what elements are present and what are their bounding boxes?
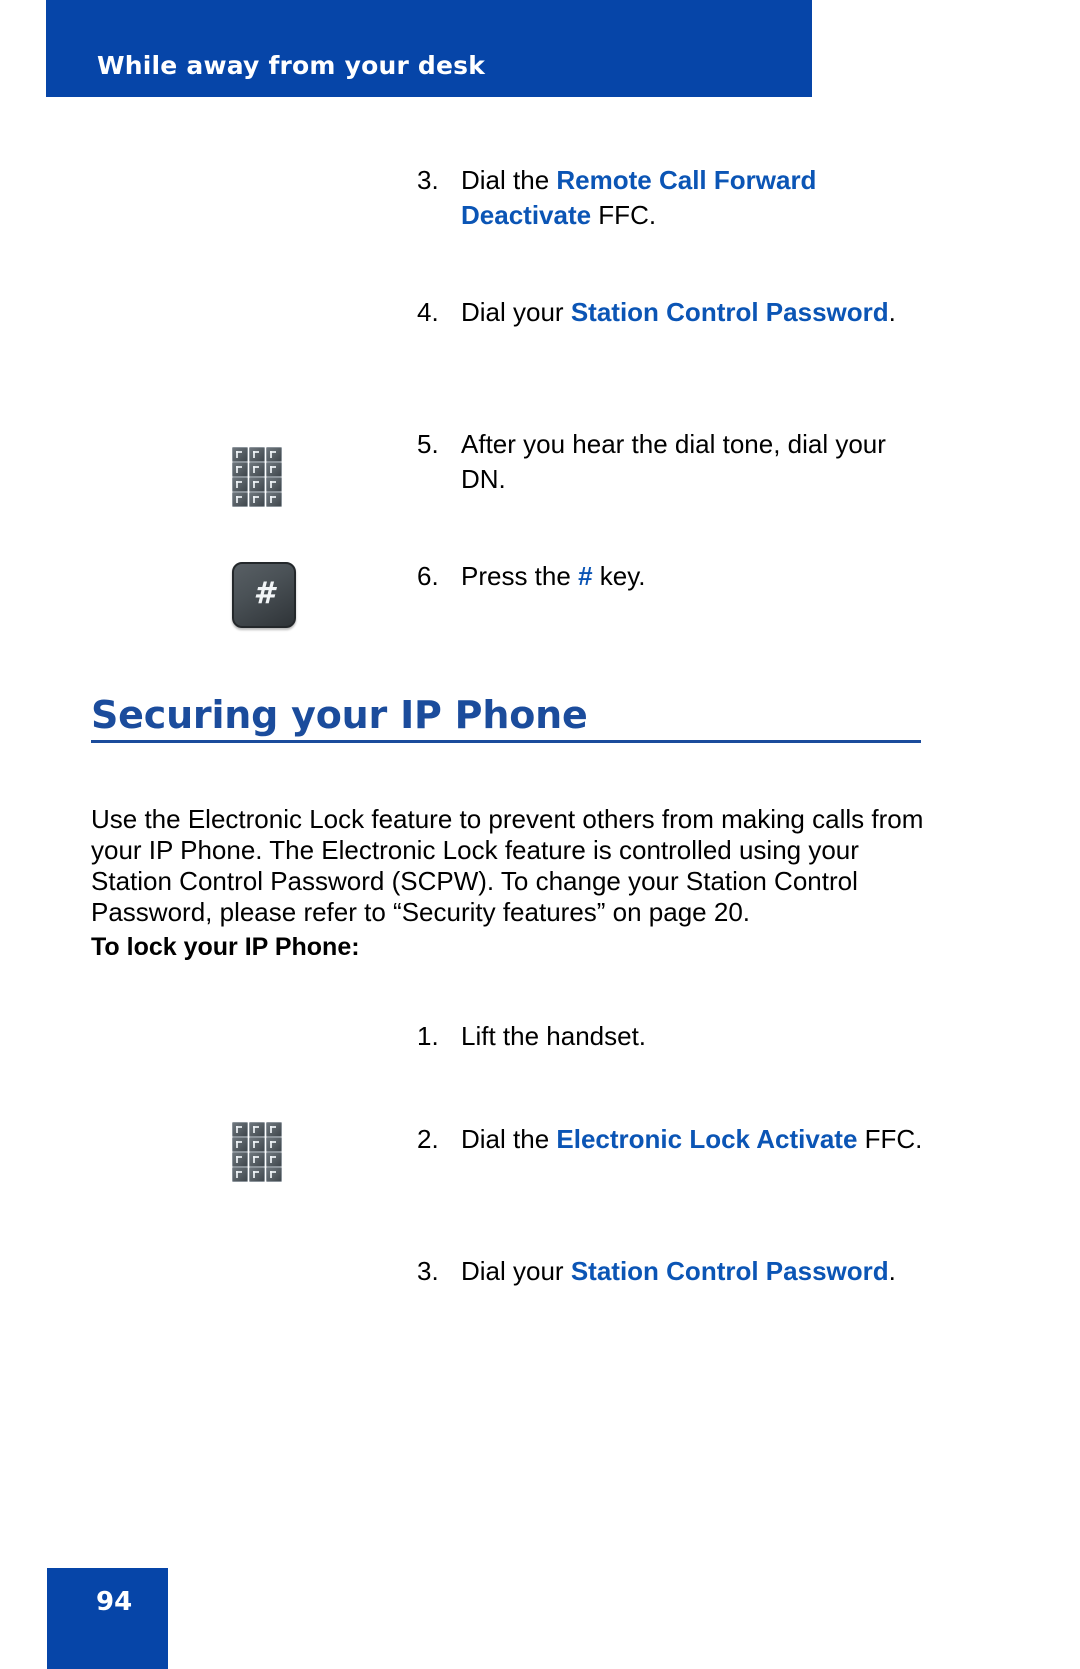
section-heading: Securing your IP Phone <box>91 693 921 737</box>
keypad-key <box>249 1137 265 1152</box>
step-plain-text: key. <box>592 561 646 591</box>
keypad-key <box>232 1167 248 1182</box>
keypad-key <box>249 1152 265 1167</box>
step-plain-text: After you hear the dial tone, dial your … <box>461 429 886 494</box>
keypad-key <box>266 447 282 462</box>
step-row: 4. Dial your Station Control Password. <box>0 295 1080 330</box>
keypad-key <box>249 1167 265 1182</box>
step-keyword: Station Control Password <box>570 297 889 327</box>
step-plain-text: FFC. <box>591 200 657 230</box>
keypad-key <box>232 1152 248 1167</box>
step-number: 6. <box>417 561 439 591</box>
step-plain-text: Press the <box>461 561 579 591</box>
step-number: 3. <box>417 165 439 195</box>
step-row: #6. Press the # key. <box>0 559 1080 628</box>
keypad-key <box>266 1152 282 1167</box>
step-number: 3. <box>417 1256 439 1286</box>
keypad-key <box>249 447 265 462</box>
step-text: Lift the handset. <box>461 1019 931 1054</box>
step-keyword: Electronic Lock Activate <box>556 1124 858 1154</box>
step-plain-text: Dial the <box>461 165 557 195</box>
step-keyword: Station Control Password <box>570 1256 889 1286</box>
keypad-key <box>249 492 265 507</box>
step-row: 3. Dial your Station Control Password. <box>0 1254 1080 1289</box>
section-body-paragraph: Use the Electronic Lock feature to preve… <box>91 804 924 927</box>
hash-key-icon: # <box>232 562 296 628</box>
keypad-key <box>232 477 248 492</box>
keypad-key <box>266 1137 282 1152</box>
keypad-key <box>266 477 282 492</box>
step-plain-text: Dial your <box>461 297 571 327</box>
step-plain-text: Lift the handset. <box>461 1021 647 1051</box>
keypad-key <box>232 492 248 507</box>
page-header-title: While away from your desk <box>97 51 486 80</box>
step-row: 3. Dial the Remote Call Forward Deactivat… <box>0 163 1080 233</box>
section-heading-rule <box>91 740 921 743</box>
step-text: Dial your Station Control Password. <box>461 295 931 330</box>
keypad-key <box>249 477 265 492</box>
page-header-banner: While away from your desk <box>46 0 812 97</box>
keypad-key <box>249 462 265 477</box>
step-number: 5. <box>417 429 439 459</box>
step-number: 4. <box>417 297 439 327</box>
keypad-icon <box>232 447 282 507</box>
step-number: 2. <box>417 1124 439 1154</box>
keypad-icon <box>232 1122 282 1182</box>
step-text: Dial the Electronic Lock Activate FFC. <box>461 1122 931 1157</box>
step-icon-cell <box>0 1122 417 1182</box>
step-text: Dial the Remote Call Forward Deactivate … <box>461 163 931 233</box>
hash-key-glyph: # <box>253 576 275 611</box>
step-number: 1. <box>417 1021 439 1051</box>
keypad-key <box>266 1167 282 1182</box>
step-plain-text: . <box>888 297 896 327</box>
step-plain-text: . <box>888 1256 896 1286</box>
step-icon-cell: # <box>0 559 417 628</box>
keypad-key <box>266 1122 282 1137</box>
step-plain-text: FFC. <box>857 1124 923 1154</box>
keypad-key <box>266 462 282 477</box>
step-text: Press the # key. <box>461 559 931 594</box>
keypad-key <box>266 492 282 507</box>
section-sub-heading: To lock your IP Phone: <box>91 933 360 961</box>
section-heading-text: Securing your IP Phone <box>91 693 588 737</box>
page-number: 94 <box>96 1587 133 1617</box>
keypad-key <box>232 447 248 462</box>
keypad-key <box>249 1122 265 1137</box>
step-icon-cell <box>0 427 417 507</box>
step-row: 1. Lift the handset. <box>0 1019 1080 1054</box>
keypad-key <box>232 1122 248 1137</box>
step-text: After you hear the dial tone, dial your … <box>461 427 931 497</box>
step-row: 2. Dial the Electronic Lock Activate FFC. <box>0 1122 1080 1182</box>
step-plain-text: Dial your <box>461 1256 571 1286</box>
step-text: Dial your Station Control Password. <box>461 1254 931 1289</box>
page-footer-block: 94 <box>47 1568 168 1669</box>
keypad-key <box>232 462 248 477</box>
keypad-key <box>232 1137 248 1152</box>
step-row: 5. After you hear the dial tone, dial you… <box>0 427 1080 507</box>
step-plain-text: Dial the <box>461 1124 557 1154</box>
step-keyword: # <box>578 561 593 591</box>
